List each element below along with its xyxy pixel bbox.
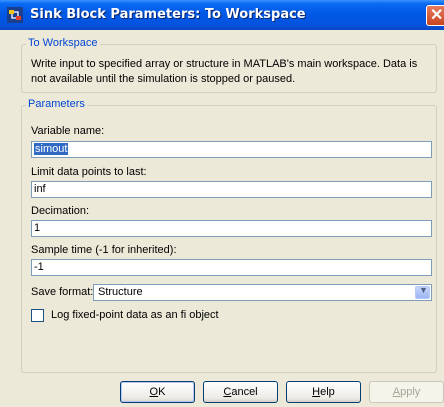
apply-accel: A <box>392 386 401 398</box>
decimation-label: Decimation: <box>31 205 90 217</box>
log-fixed-point-label[interactable]: Log fixed-point data as an fi object <box>51 309 219 321</box>
sample-time-field[interactable]: -1 <box>31 259 432 276</box>
block-group-legend: To Workspace <box>26 37 100 49</box>
window-title: Sink Block Parameters: To Workspace <box>30 7 306 22</box>
limit-field[interactable]: inf <box>31 181 432 198</box>
ok-rest: K <box>158 386 166 398</box>
variable-name-field[interactable]: simout <box>31 141 432 158</box>
limit-label: Limit data points to last: <box>31 166 147 178</box>
help-button[interactable]: Help <box>286 381 361 403</box>
dialog-window: Sink Block Parameters: To Workspace ✕ To… <box>0 0 444 407</box>
save-format-value: Structure <box>98 286 143 298</box>
parameters-legend: Parameters <box>26 98 87 110</box>
title-bar[interactable]: Sink Block Parameters: To Workspace ✕ <box>0 0 444 30</box>
dropdown-button[interactable]: ▼ <box>415 285 430 299</box>
sample-time-label: Sample time (-1 for inherited): <box>31 244 177 256</box>
help-rest: elp <box>320 386 335 398</box>
variable-name-label: Variable name: <box>31 125 105 137</box>
save-format-label: Save format: <box>31 286 94 298</box>
variable-name-value: simout <box>34 143 69 155</box>
close-icon: ✕ <box>430 7 444 24</box>
apply-rest: pply <box>400 386 421 398</box>
simulink-icon <box>7 7 23 23</box>
ok-button[interactable]: OK <box>120 381 195 403</box>
block-description: Write input to specified array or struct… <box>31 58 418 85</box>
apply-button[interactable]: Apply <box>369 381 444 403</box>
cancel-rest: ancel <box>231 386 258 398</box>
ok-accel: O <box>149 386 159 398</box>
chevron-down-icon: ▼ <box>419 285 428 295</box>
log-fixed-point-checkbox[interactable] <box>31 309 44 322</box>
help-accel: H <box>312 386 321 398</box>
save-format-select[interactable]: Structure ▼ <box>93 284 432 301</box>
close-button[interactable]: ✕ <box>426 5 444 26</box>
decimation-field[interactable]: 1 <box>31 220 432 237</box>
cancel-button[interactable]: Cancel <box>203 381 278 403</box>
